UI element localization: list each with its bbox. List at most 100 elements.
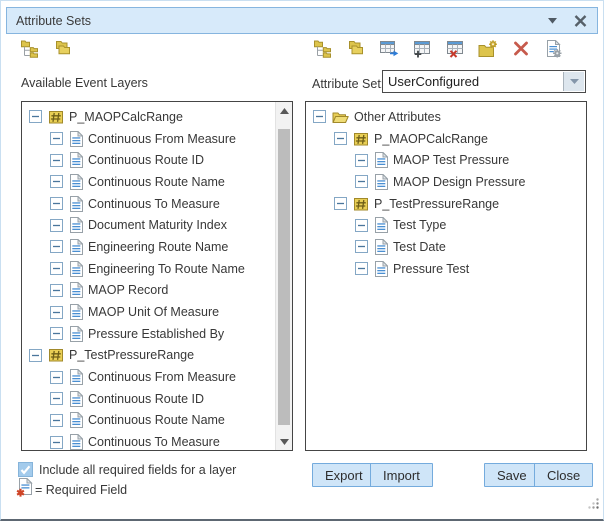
expand-all-button[interactable] [19, 40, 41, 62]
tree-item-p-testpressurerange[interactable]: P_TestPressureRange [306, 193, 586, 215]
minus-box-icon[interactable] [50, 197, 63, 210]
tree-item-pressure-established-by[interactable]: Pressure Established By [22, 323, 292, 345]
field-doc-icon [69, 152, 83, 168]
toolbar-left-group [19, 40, 74, 62]
tree-item-continuous-from-measure[interactable]: Continuous From Measure [22, 128, 292, 150]
minus-box-icon[interactable] [50, 436, 63, 449]
minus-box-icon[interactable] [50, 240, 63, 253]
resize-grip[interactable] [586, 496, 600, 515]
tree-item-label: MAOP Record [88, 283, 168, 297]
tree-item-maop-unit-of-measure[interactable]: MAOP Unit Of Measure [22, 301, 292, 323]
minus-box-icon[interactable] [50, 392, 63, 405]
close-icon[interactable] [572, 13, 588, 29]
new-table-button[interactable] [411, 40, 433, 62]
collapse-all-icon [346, 40, 366, 62]
import-button[interactable]: Import [370, 463, 433, 487]
minus-box-icon[interactable] [50, 284, 63, 297]
tree-item-label: Test Type [393, 218, 446, 232]
tree-item-pressure-test[interactable]: Pressure Test [306, 258, 586, 280]
field-doc-icon [69, 174, 83, 190]
tree-item-label: Continuous Route Name [88, 413, 225, 427]
minus-box-icon[interactable] [29, 110, 42, 123]
check-icon [20, 465, 31, 475]
tree-item-engineering-route-name[interactable]: Engineering Route Name [22, 236, 292, 258]
tree-item-test-type[interactable]: Test Type [306, 214, 586, 236]
tree-item-label: Continuous Route ID [88, 392, 204, 406]
attribute-set-label: Attribute Set: [312, 77, 384, 91]
attribute-set-dropdown[interactable]: UserConfigured [382, 70, 586, 93]
new-group-folder-button[interactable] [477, 40, 499, 62]
dock-caret-icon[interactable] [544, 13, 560, 29]
vertical-scrollbar[interactable] [275, 102, 292, 450]
tree-item-continuous-to-measure[interactable]: Continuous To Measure [22, 193, 292, 215]
delete-x-button[interactable] [510, 40, 532, 62]
scroll-up-icon[interactable] [276, 102, 292, 119]
field-doc-icon [374, 217, 388, 233]
tree-item-continuous-route-name[interactable]: Continuous Route Name [22, 171, 292, 193]
tree-item-continuous-from-measure[interactable]: Continuous From Measure [22, 366, 292, 388]
minus-box-icon[interactable] [50, 262, 63, 275]
minus-box-icon[interactable] [50, 371, 63, 384]
minus-box-icon[interactable] [50, 306, 63, 319]
export-button[interactable]: Export [312, 463, 376, 487]
tree-item-maop-record[interactable]: MAOP Record [22, 280, 292, 302]
tree-item-p-maopcalcrange[interactable]: P_MAOPCalcRange [306, 128, 586, 150]
tree-item-continuous-route-id[interactable]: Continuous Route ID [22, 388, 292, 410]
scroll-down-icon[interactable] [276, 433, 292, 450]
attribute-sets-dialog: Attribute Sets Available Event Layers At… [0, 0, 604, 521]
tree-item-label: Pressure Established By [88, 327, 224, 341]
minus-box-icon[interactable] [313, 110, 326, 123]
minus-box-icon[interactable] [50, 175, 63, 188]
include-required-fields-checkbox[interactable] [18, 462, 33, 477]
close-button[interactable]: Close [534, 463, 593, 487]
minus-box-icon[interactable] [50, 327, 63, 340]
tree-item-p-testpressurerange[interactable]: P_TestPressureRange [22, 345, 292, 367]
add-to-set-table-button[interactable] [378, 40, 400, 62]
minus-box-icon[interactable] [355, 240, 368, 253]
tree-item-label: Continuous Route Name [88, 175, 225, 189]
field-doc-icon [69, 131, 83, 147]
include-required-fields-label: Include all required fields for a layer [39, 463, 236, 477]
minus-box-icon[interactable] [355, 154, 368, 167]
tree-item-continuous-route-name[interactable]: Continuous Route Name [22, 410, 292, 432]
tree-item-label: Test Date [393, 240, 446, 254]
minus-box-icon[interactable] [355, 175, 368, 188]
tree-item-maop-design-pressure[interactable]: MAOP Design Pressure [306, 171, 586, 193]
minus-box-icon[interactable] [355, 219, 368, 232]
field-doc-icon [374, 261, 388, 277]
tree-item-label: Document Maturity Index [88, 218, 227, 232]
dropdown-button[interactable] [563, 72, 584, 91]
tree-item-engineering-to-route-name[interactable]: Engineering To Route Name [22, 258, 292, 280]
tree-item-maop-test-pressure[interactable]: MAOP Test Pressure [306, 149, 586, 171]
field-doc-icon [69, 282, 83, 298]
collapse-all-button[interactable] [345, 40, 367, 62]
field-doc-icon [69, 412, 83, 428]
field-doc-icon [374, 239, 388, 255]
scrollbar-thumb[interactable] [278, 129, 290, 425]
tree-item-document-maturity-index[interactable]: Document Maturity Index [22, 214, 292, 236]
properties-report-icon [546, 40, 562, 63]
tree-item-continuous-route-id[interactable]: Continuous Route ID [22, 149, 292, 171]
minus-box-icon[interactable] [334, 132, 347, 145]
field-doc-icon [69, 391, 83, 407]
tree-item-label: P_MAOPCalcRange [374, 132, 488, 146]
collapse-all-icon [53, 40, 73, 62]
minus-box-icon[interactable] [50, 414, 63, 427]
minus-box-icon[interactable] [355, 262, 368, 275]
expand-all-button[interactable] [312, 40, 334, 62]
minus-box-icon[interactable] [50, 132, 63, 145]
remove-table-button[interactable] [444, 40, 466, 62]
minus-box-icon[interactable] [29, 349, 42, 362]
tree-item-continuous-to-measure[interactable]: Continuous To Measure [22, 431, 292, 451]
minus-box-icon[interactable] [50, 154, 63, 167]
tree-item-label: Continuous Route ID [88, 153, 204, 167]
minus-box-icon[interactable] [50, 219, 63, 232]
tree-item-other-attributes[interactable]: Other Attributes [306, 106, 586, 128]
properties-report-button[interactable] [543, 40, 565, 62]
save-button[interactable]: Save [484, 463, 540, 487]
tree-item-test-date[interactable]: Test Date [306, 236, 586, 258]
tree-item-label: P_MAOPCalcRange [69, 110, 183, 124]
collapse-all-button[interactable] [52, 40, 74, 62]
minus-box-icon[interactable] [334, 197, 347, 210]
tree-item-p-maopcalcrange[interactable]: P_MAOPCalcRange [22, 106, 292, 128]
